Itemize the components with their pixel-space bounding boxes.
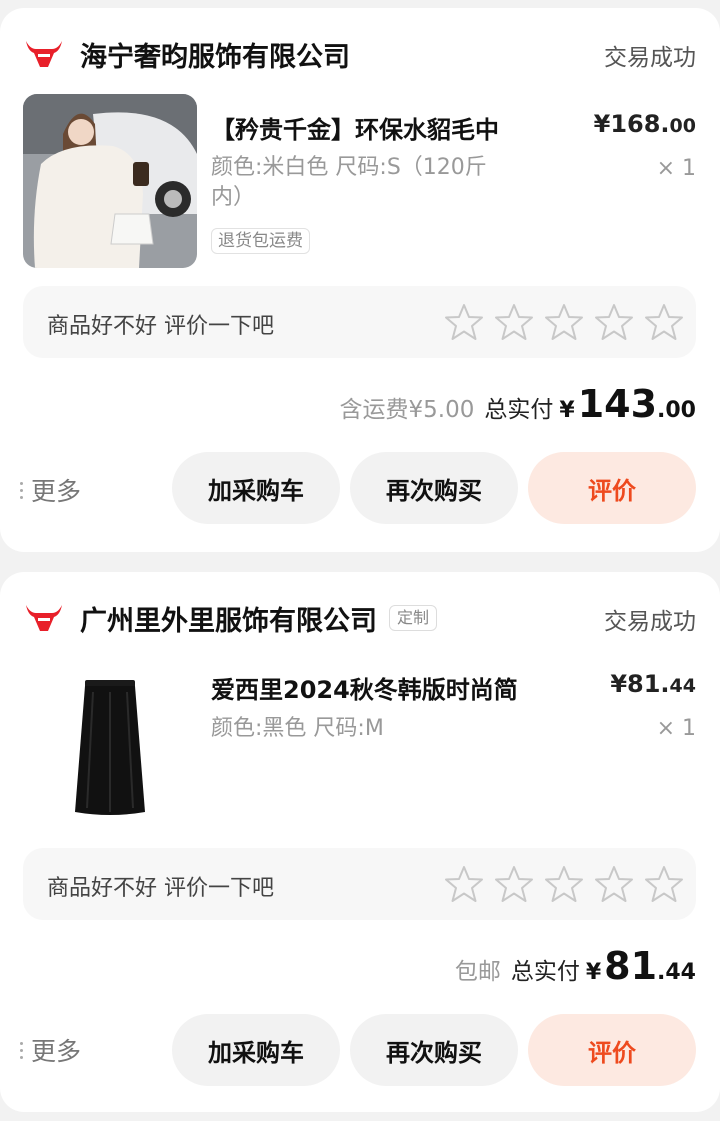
product-title[interactable]: 【矜贵千金】环保水貂毛中	[211, 110, 551, 145]
shipping-fee: 包邮	[454, 959, 501, 985]
shop-logo-icon	[26, 605, 62, 631]
product-image[interactable]	[23, 94, 197, 268]
buy-again-button[interactable]: 再次购买	[350, 452, 518, 524]
product-photo-coat	[23, 94, 197, 268]
more-label: 更多	[31, 477, 82, 506]
star-icon[interactable]	[544, 864, 584, 904]
star-icon[interactable]	[544, 302, 584, 342]
more-label: 更多	[31, 1037, 82, 1066]
star-icon[interactable]	[594, 864, 634, 904]
more-dots-icon	[20, 480, 23, 501]
review-bar[interactable]: 商品好不好 评价一下吧	[23, 286, 696, 358]
product-image[interactable]	[23, 652, 197, 826]
star-icon[interactable]	[644, 302, 684, 342]
price-decimal: 44	[669, 675, 696, 697]
shop-header[interactable]: 海宁奢昀服饰有限公司 交易成功	[24, 34, 696, 74]
total-label: 总实付	[510, 959, 580, 985]
total-currency: ¥	[559, 398, 575, 423]
review-button[interactable]: 评价	[528, 1014, 696, 1086]
price-decimal: 00	[669, 115, 696, 137]
review-prompt: 商品好不好 评价一下吧	[47, 314, 274, 339]
star-rating[interactable]	[434, 302, 684, 342]
more-button[interactable]: 更多	[20, 1032, 81, 1068]
product-price: ¥168.00	[594, 110, 696, 138]
more-dots-icon	[20, 1040, 23, 1061]
add-to-cart-button[interactable]: 加采购车	[172, 452, 340, 524]
product-title[interactable]: 爱西里2024秋冬韩版时尚简	[211, 670, 551, 705]
order-card: 广州里外里服饰有限公司 定制 交易成功 爱西里2024秋冬韩版时尚简 颜色:黑色…	[0, 572, 720, 1112]
star-icon[interactable]	[494, 864, 534, 904]
star-icon[interactable]	[444, 864, 484, 904]
total-currency: ¥	[585, 960, 602, 985]
review-prompt: 商品好不好 评价一下吧	[47, 876, 274, 901]
shop-name[interactable]: 广州里外里服饰有限公司	[80, 599, 377, 638]
product-spec: 颜色:黑色 尺码:M	[211, 716, 384, 741]
shop-header[interactable]: 广州里外里服饰有限公司 定制 交易成功	[24, 598, 696, 638]
more-button[interactable]: 更多	[20, 472, 81, 508]
order-status: 交易成功	[604, 45, 696, 71]
total-integer: 81	[604, 944, 658, 988]
price-main: ¥81.	[610, 670, 670, 698]
shop-logo-icon	[26, 41, 62, 67]
review-bar[interactable]: 商品好不好 评价一下吧	[23, 848, 696, 920]
order-total: 含运费¥5.00 总实付 ¥ 143 .00	[340, 382, 696, 426]
product-quantity: × 1	[656, 156, 696, 181]
total-decimal: .44	[657, 960, 696, 985]
custom-tag: 定制	[389, 605, 438, 631]
star-icon[interactable]	[494, 302, 534, 342]
order-card: 海宁奢昀服饰有限公司 交易成功 【矜贵千金】环保水貂毛中 颜色:米白色 尺码:S…	[0, 8, 720, 552]
order-total: 包邮 总实付 ¥ 81 .44	[455, 944, 696, 988]
shipping-fee: 含运费¥5.00	[339, 397, 475, 423]
return-shipping-badge: 退货包运费	[211, 228, 310, 254]
product-spec: 颜色:米白色 尺码:S（120斤	[211, 155, 487, 180]
buy-again-button[interactable]: 再次购买	[350, 1014, 518, 1086]
review-button[interactable]: 评价	[528, 452, 696, 524]
star-icon[interactable]	[444, 302, 484, 342]
star-icon[interactable]	[594, 302, 634, 342]
product-spec-cont: 内）	[211, 185, 256, 210]
product-price: ¥81.44	[610, 670, 696, 698]
shop-name[interactable]: 海宁奢昀服饰有限公司	[80, 35, 350, 74]
star-rating[interactable]	[434, 864, 684, 904]
total-decimal: .00	[657, 398, 696, 423]
total-integer: 143	[577, 382, 658, 426]
add-to-cart-button[interactable]: 加采购车	[172, 1014, 340, 1086]
star-icon[interactable]	[644, 864, 684, 904]
order-status: 交易成功	[604, 609, 696, 635]
price-main: ¥168.	[593, 110, 670, 138]
product-photo-skirt	[23, 652, 197, 826]
total-label: 总实付	[484, 397, 554, 423]
product-quantity: × 1	[656, 716, 696, 741]
